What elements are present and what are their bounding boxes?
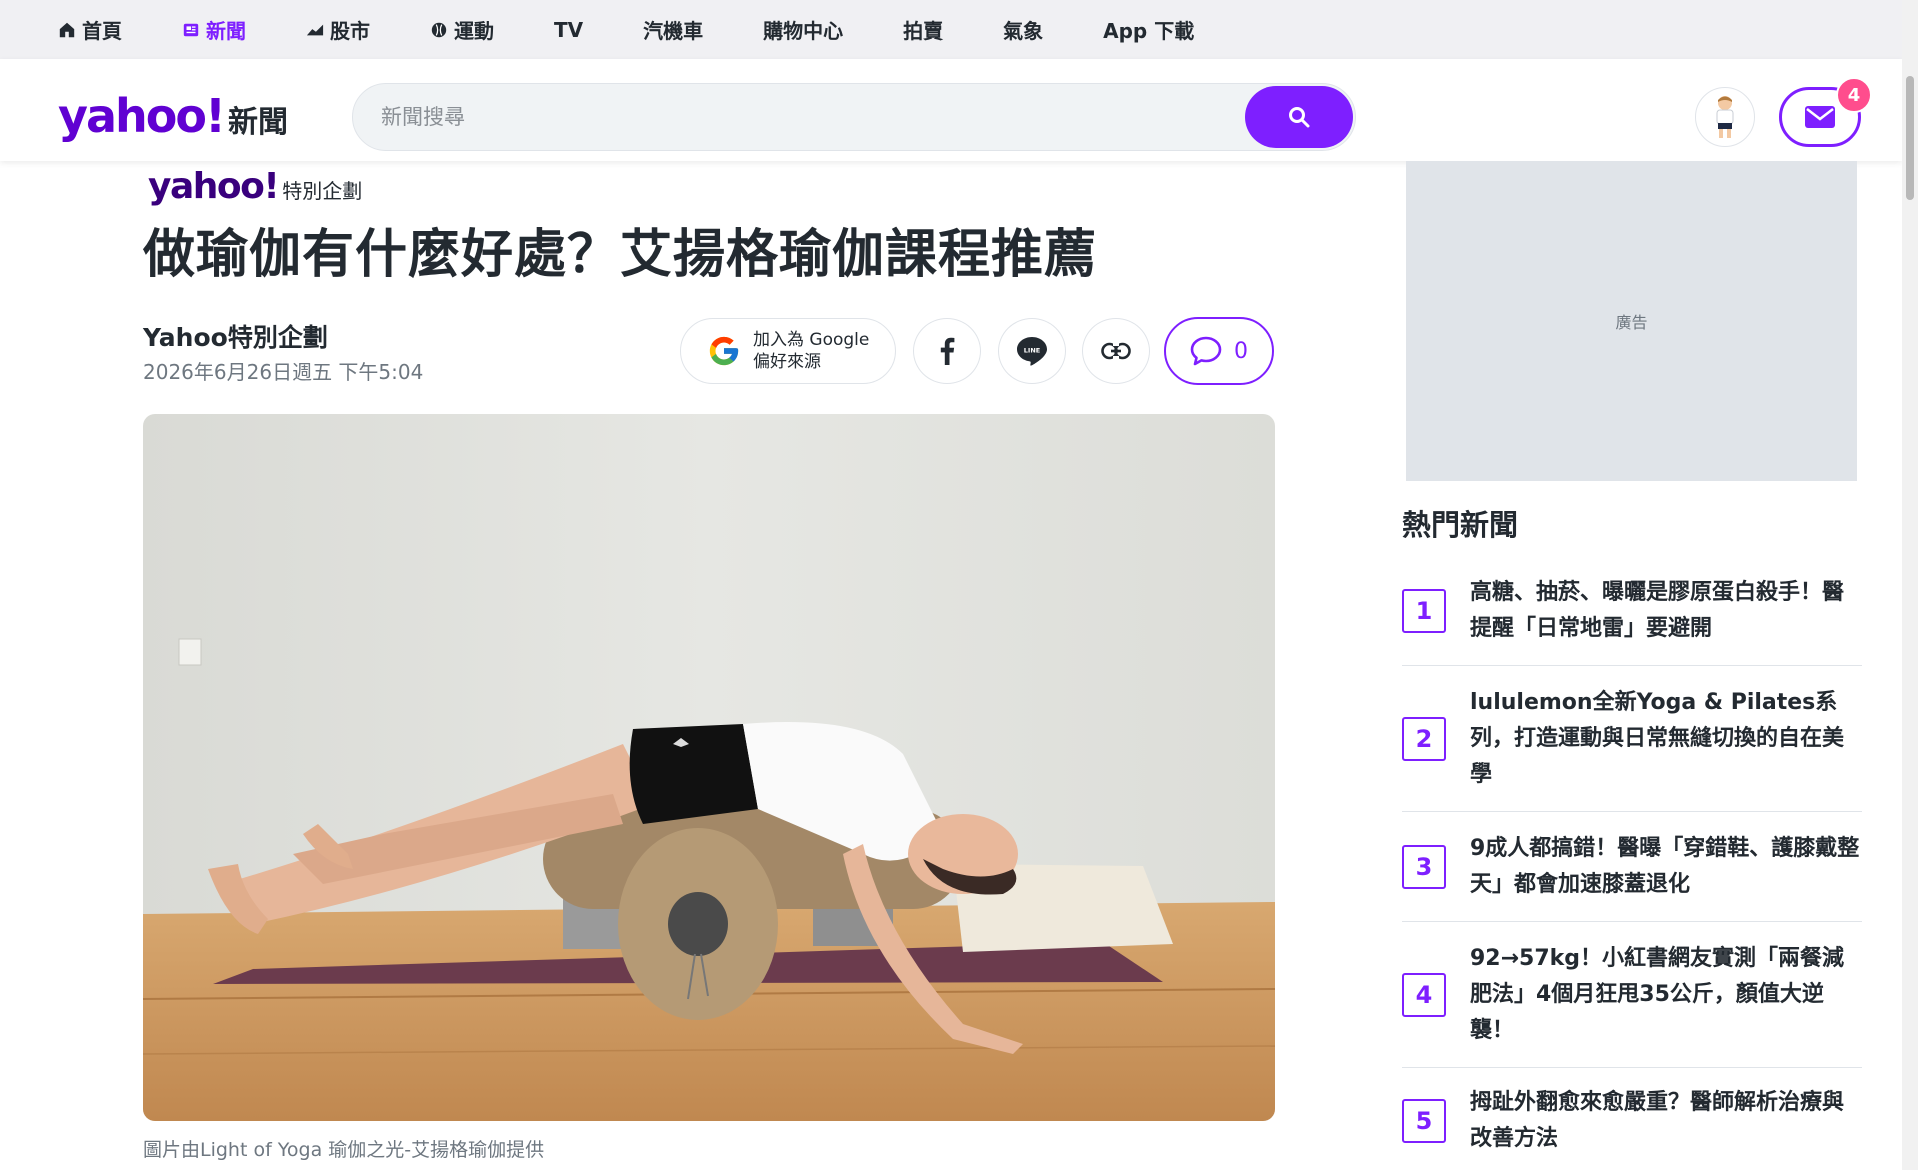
- trending-item[interactable]: 3 9成人都搞錯！醫曝「穿錯鞋、護膝戴整天」都會加速膝蓋退化: [1402, 812, 1862, 922]
- nav-item-home[interactable]: 首頁: [58, 15, 122, 44]
- nav-item-shopping[interactable]: 購物中心: [763, 15, 843, 44]
- copy-link-button[interactable]: [1082, 318, 1150, 384]
- nav-item-label: 新聞: [206, 19, 246, 43]
- nav-item-label: 購物中心: [763, 19, 844, 43]
- trending-item[interactable]: 1 高糖、抽菸、曝曬是膠原蛋白殺手！醫提醒「日常地雷」要避開: [1402, 556, 1862, 666]
- ad-placeholder[interactable]: 廣告: [1406, 161, 1857, 481]
- home-icon: [59, 22, 75, 37]
- nav-item-app-download[interactable]: App 下載: [1103, 15, 1194, 44]
- nav-item-label: 拍賣: [903, 19, 944, 43]
- nav-item-label: App 下載: [1103, 19, 1195, 43]
- google-icon: [709, 336, 739, 366]
- trending-rank: 2: [1402, 716, 1446, 761]
- search-bar: [352, 83, 1356, 151]
- nav-item-weather[interactable]: 氣象: [1003, 15, 1043, 44]
- yahoo-news-logo[interactable]: yahoo! 新聞: [58, 89, 288, 143]
- image-caption: 圖片由Light of Yoga 瑜伽之光-艾揚格瑜伽提供: [143, 1139, 545, 1161]
- trending-headline: 92→57kg！小紅書網友實測「兩餐減肥法」4個月狂甩35公斤，顏值大逆襲！: [1470, 945, 1845, 1043]
- trending-news-list: 1 高糖、抽菸、曝曬是膠原蛋白殺手！醫提醒「日常地雷」要避開 2 lululem…: [1402, 556, 1862, 1170]
- trending-headline: 9成人都搞錯！醫曝「穿錯鞋、護膝戴整天」都會加速膝蓋退化: [1470, 835, 1860, 897]
- trending-headline: lululemon全新Yoga & Pilates系列，打造運動與日常無縫切換的…: [1470, 689, 1845, 787]
- scrollbar-thumb[interactable]: [1906, 76, 1914, 200]
- comment-bubble-icon: [1190, 336, 1222, 366]
- yoga-photo: [143, 414, 1275, 1121]
- google-button-line2: 偏好來源: [753, 352, 821, 372]
- nav-item-label: 首頁: [82, 19, 122, 43]
- trending-headline: 高糖、抽菸、曝曬是膠原蛋白殺手！醫提醒「日常地雷」要避開: [1470, 579, 1845, 641]
- comment-count: 0: [1234, 338, 1248, 364]
- nav-item-label: 汽機車: [643, 19, 704, 43]
- nav-item-label: 氣象: [1003, 19, 1044, 43]
- nav-item-sports[interactable]: 運動: [430, 15, 494, 44]
- article-hero-image: [143, 414, 1275, 1121]
- news-icon: [183, 23, 199, 36]
- mail-count-badge: 4: [1836, 77, 1872, 113]
- nav-item-stock[interactable]: 股市: [306, 15, 370, 44]
- user-avatar[interactable]: [1695, 87, 1755, 147]
- trending-rank: 1: [1402, 588, 1446, 633]
- facebook-icon: [940, 337, 955, 365]
- trending-item[interactable]: 2 lululemon全新Yoga & Pilates系列，打造運動與日常無縫切…: [1402, 666, 1862, 812]
- trending-rank: 5: [1402, 1099, 1446, 1143]
- sports-ball-icon: [431, 22, 447, 37]
- share-facebook-button[interactable]: [913, 318, 981, 384]
- svg-text:LINE: LINE: [1024, 347, 1040, 355]
- ad-label: 廣告: [1615, 313, 1648, 332]
- trending-item[interactable]: 4 92→57kg！小紅書網友實測「兩餐減肥法」4個月狂甩35公斤，顏值大逆襲！: [1402, 922, 1862, 1068]
- nav-item-label: 股市: [330, 19, 370, 43]
- trending-item[interactable]: 5 拇趾外翻愈來愈嚴重？醫師解析治療與改善方法: [1402, 1068, 1862, 1170]
- nav-item-auction[interactable]: 拍賣: [903, 15, 943, 44]
- google-button-text: 加入為 Google 偏好來源: [753, 329, 869, 373]
- search-icon: [1289, 107, 1310, 128]
- share-line-button[interactable]: LINE: [998, 318, 1066, 384]
- logo-yahoo-text: yahoo!: [58, 89, 226, 143]
- logo-section-text: 新聞: [227, 105, 288, 140]
- trending-rank: 4: [1402, 972, 1446, 1017]
- line-icon: LINE: [1017, 337, 1047, 366]
- brand-tag: 特別企劃: [282, 179, 363, 203]
- link-icon: [1101, 342, 1131, 360]
- brand-yahoo-logo: yahoo!: [148, 166, 280, 207]
- article-title: 做瑜伽有什麼好處？艾揚格瑜伽課程推薦: [143, 225, 1098, 285]
- mail-icon: [1805, 106, 1835, 128]
- page-scrollbar[interactable]: [1902, 0, 1918, 1170]
- search-button[interactable]: [1245, 86, 1353, 148]
- trending-headline: 拇趾外翻愈來愈嚴重？醫師解析治療與改善方法: [1470, 1090, 1845, 1151]
- avatar-icon: [1716, 96, 1734, 138]
- special-project-brand: yahoo! 特別企劃: [148, 166, 362, 207]
- nav-item-tv[interactable]: TV: [554, 18, 583, 42]
- nav-item-label: 運動: [454, 19, 494, 43]
- article-date: 2026年6月26日週五 下午5:04: [143, 360, 424, 384]
- stock-chart-icon: [306, 24, 324, 35]
- google-button-line1: 加入為 Google: [753, 330, 870, 350]
- search-input[interactable]: [353, 84, 1233, 150]
- trending-news-title: 熱門新聞: [1402, 508, 1519, 542]
- site-header: yahoo! 新聞 4: [0, 59, 1902, 161]
- trending-rank: 3: [1402, 844, 1446, 889]
- nav-item-autos[interactable]: 汽機車: [643, 15, 703, 44]
- article-author[interactable]: Yahoo特別企劃: [143, 318, 328, 354]
- top-navigation: 首頁 新聞 股市 運動 TV 汽機車 購物中心 拍賣 氣象 App 下載: [0, 0, 1902, 59]
- google-preferred-source-button[interactable]: 加入為 Google 偏好來源: [680, 318, 896, 384]
- nav-item-label: TV: [554, 17, 584, 42]
- nav-item-news[interactable]: 新聞: [182, 15, 246, 44]
- comments-button[interactable]: 0: [1164, 317, 1274, 385]
